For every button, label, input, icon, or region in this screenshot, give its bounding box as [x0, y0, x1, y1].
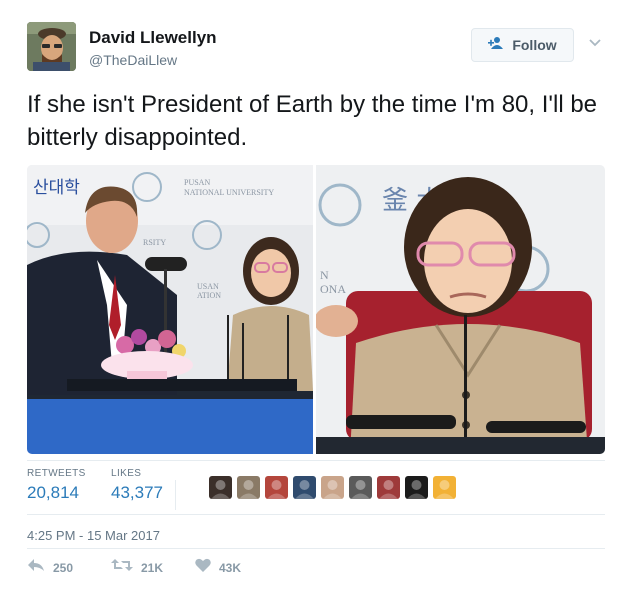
tweet-timestamp[interactable]: 4:25 PM - 15 Mar 2017 [27, 528, 160, 543]
liker-avatar[interactable] [209, 476, 232, 499]
add-user-icon [488, 36, 506, 55]
likes-count: 43,377 [111, 483, 163, 502]
likes-stat[interactable]: LIKES 43,377 [111, 468, 163, 503]
likes-label: LIKES [111, 468, 142, 479]
liker-avatar[interactable] [405, 476, 428, 499]
likers-avatars [209, 476, 456, 499]
tweet-media[interactable]: 산대학 PUSAN NATIONAL UNIVERSITY RSITY USAN… [27, 165, 605, 454]
tweet-header: David Llewellyn @TheDaiLlew Follow [27, 22, 607, 74]
photo-left[interactable]: 산대학 PUSAN NATIONAL UNIVERSITY RSITY USAN… [27, 165, 313, 454]
retweets-stat[interactable]: RETWEETS 20,814 [27, 468, 86, 503]
svg-text:NATIONAL UNIVERSITY: NATIONAL UNIVERSITY [184, 188, 274, 197]
like-count: 43K [219, 560, 242, 575]
sign-sity: RSITY [143, 238, 166, 247]
sign-pusan-small: USAN ATION [197, 282, 221, 300]
follow-button[interactable]: Follow [471, 28, 574, 62]
liker-avatar[interactable] [321, 476, 344, 499]
liker-avatar[interactable] [377, 476, 400, 499]
author-name[interactable]: David Llewellyn [89, 28, 217, 48]
svg-text:PUSAN: PUSAN [184, 178, 210, 187]
retweet-icon [111, 558, 133, 577]
liker-avatar[interactable] [237, 476, 260, 499]
retweet-count: 21K [141, 560, 164, 575]
like-action[interactable]: 43K [195, 558, 241, 577]
retweets-label: RETWEETS [27, 468, 86, 479]
photo-right[interactable]: 釜 大學校 NONA [314, 165, 605, 454]
liker-avatar[interactable] [293, 476, 316, 499]
reply-count: 250 [53, 560, 74, 575]
retweets-count: 20,814 [27, 483, 79, 502]
sign-korean-left: 산대학 [33, 178, 80, 198]
divider-bottom [27, 548, 605, 549]
liker-avatar[interactable] [349, 476, 372, 499]
author-avatar[interactable] [27, 22, 76, 71]
divider-mid [27, 514, 605, 515]
tweet-text: If she isn't President of Earth by the t… [27, 91, 598, 151]
chevron-down-icon[interactable] [588, 36, 602, 50]
divider-top [27, 460, 605, 461]
reply-action[interactable]: 250 [27, 558, 73, 577]
liker-avatar[interactable] [265, 476, 288, 499]
follow-label: Follow [512, 37, 557, 53]
retweet-action[interactable]: 21K [111, 558, 163, 577]
reply-icon [27, 558, 45, 577]
liker-avatar[interactable] [433, 476, 456, 499]
heart-icon [195, 558, 211, 577]
author-handle[interactable]: @TheDaiLlew [89, 52, 177, 68]
stats-separator [175, 480, 176, 510]
